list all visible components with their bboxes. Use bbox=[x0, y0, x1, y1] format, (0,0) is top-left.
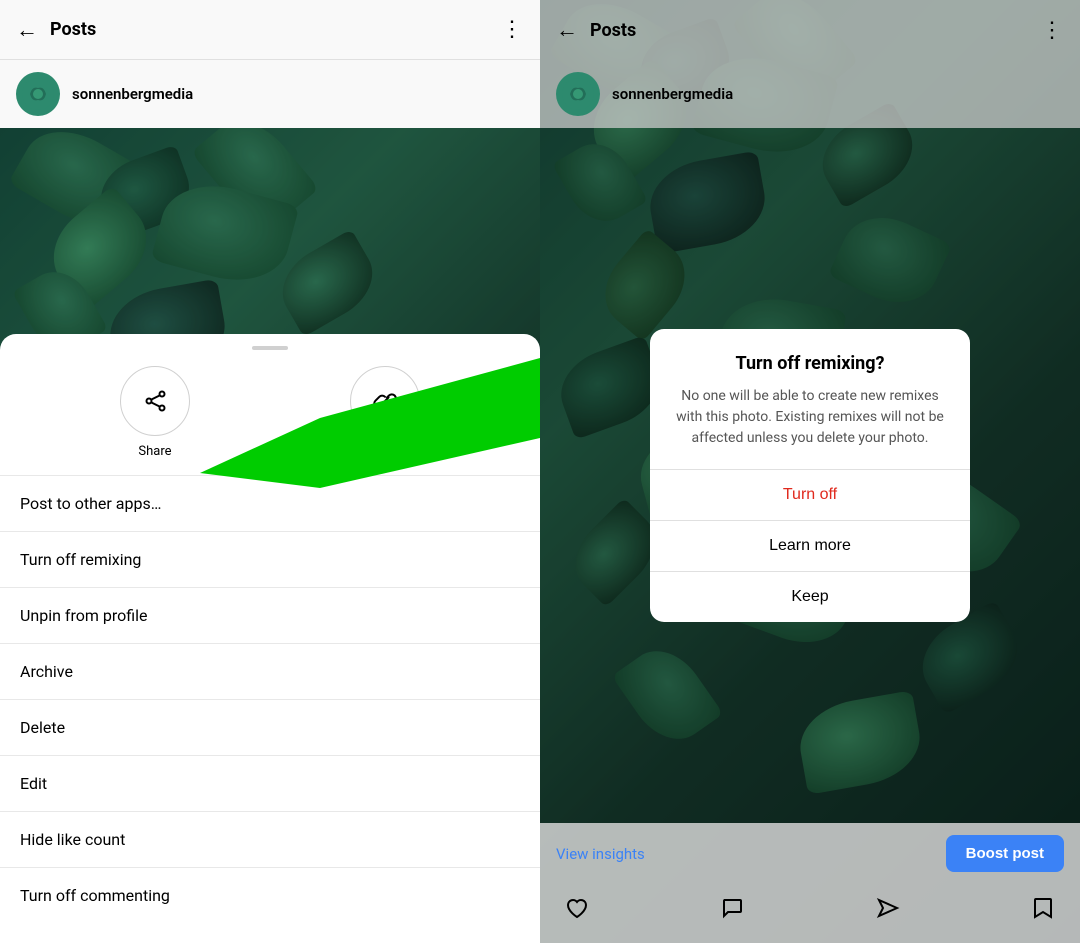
insights-row: View insights Boost post bbox=[540, 823, 1080, 884]
right-avatar bbox=[556, 72, 600, 116]
drag-handle bbox=[252, 346, 288, 350]
edit-item[interactable]: Edit bbox=[0, 756, 540, 811]
left-header-title: Posts bbox=[50, 19, 501, 40]
share-label: Share bbox=[138, 444, 171, 459]
left-profile-row: sonnenbergmedia bbox=[0, 60, 540, 128]
right-panel: ← Posts ⋮ sonnenbergmedia Turn off remix… bbox=[540, 0, 1080, 943]
bottom-sheet-overlay: Share Link Post to o bbox=[0, 128, 540, 943]
turn-off-remixing-modal: Turn off remixing? No one will be able t… bbox=[650, 329, 970, 622]
turn-off-remixing-item[interactable]: Turn off remixing bbox=[0, 532, 540, 587]
left-back-button[interactable]: ← bbox=[16, 17, 38, 43]
link-icon bbox=[371, 387, 399, 415]
hide-like-item[interactable]: Hide like count bbox=[0, 812, 540, 867]
turn-off-commenting-item[interactable]: Turn off commenting bbox=[0, 868, 540, 923]
link-icon-circle bbox=[350, 366, 420, 436]
right-back-button[interactable]: ← bbox=[556, 17, 578, 43]
bookmark-icon[interactable] bbox=[1030, 895, 1056, 927]
unpin-item[interactable]: Unpin from profile bbox=[0, 588, 540, 643]
left-avatar bbox=[16, 72, 60, 116]
modal-body: No one will be able to create new remixe… bbox=[650, 386, 970, 469]
keep-button[interactable]: Keep bbox=[650, 572, 970, 622]
link-item[interactable]: Link bbox=[350, 366, 420, 459]
turn-off-button[interactable]: Turn off bbox=[650, 470, 970, 520]
right-more-options-icon[interactable]: ⋮ bbox=[1041, 18, 1064, 43]
archive-item[interactable]: Archive bbox=[0, 644, 540, 699]
bottom-sheet: Share Link Post to o bbox=[0, 334, 540, 943]
heart-icon[interactable] bbox=[564, 895, 590, 927]
left-header: ← Posts ⋮ bbox=[0, 0, 540, 60]
right-profile-row: sonnenbergmedia bbox=[540, 60, 1080, 128]
learn-more-button[interactable]: Learn more bbox=[650, 521, 970, 571]
left-post-image: Share Link Post to o bbox=[0, 128, 540, 943]
boost-post-button[interactable]: Boost post bbox=[946, 835, 1064, 872]
right-header: ← Posts ⋮ bbox=[540, 0, 1080, 60]
share-item[interactable]: Share bbox=[120, 366, 190, 459]
right-username: sonnenbergmedia bbox=[612, 85, 733, 103]
view-insights-link[interactable]: View insights bbox=[556, 845, 645, 863]
share-icon bbox=[141, 387, 169, 415]
modal-title: Turn off remixing? bbox=[650, 329, 970, 386]
link-label: Link bbox=[373, 444, 397, 459]
left-username: sonnenbergmedia bbox=[72, 85, 193, 103]
left-more-options-icon[interactable]: ⋮ bbox=[501, 17, 524, 42]
modal-overlay: Turn off remixing? No one will be able t… bbox=[540, 128, 1080, 823]
icon-row: Share Link bbox=[0, 366, 540, 475]
right-header-title: Posts bbox=[590, 20, 1041, 41]
comment-icon[interactable] bbox=[719, 895, 745, 927]
post-to-apps-item[interactable]: Post to other apps… bbox=[0, 476, 540, 531]
delete-item[interactable]: Delete bbox=[0, 700, 540, 755]
left-panel: ← Posts ⋮ sonnenbergmedia bbox=[0, 0, 540, 943]
share-icon-circle bbox=[120, 366, 190, 436]
action-icons-row bbox=[540, 895, 1080, 943]
right-bottom-bar: View insights Boost post bbox=[540, 823, 1080, 943]
send-icon[interactable] bbox=[875, 895, 901, 927]
right-content: ← Posts ⋮ sonnenbergmedia Turn off remix… bbox=[540, 0, 1080, 943]
